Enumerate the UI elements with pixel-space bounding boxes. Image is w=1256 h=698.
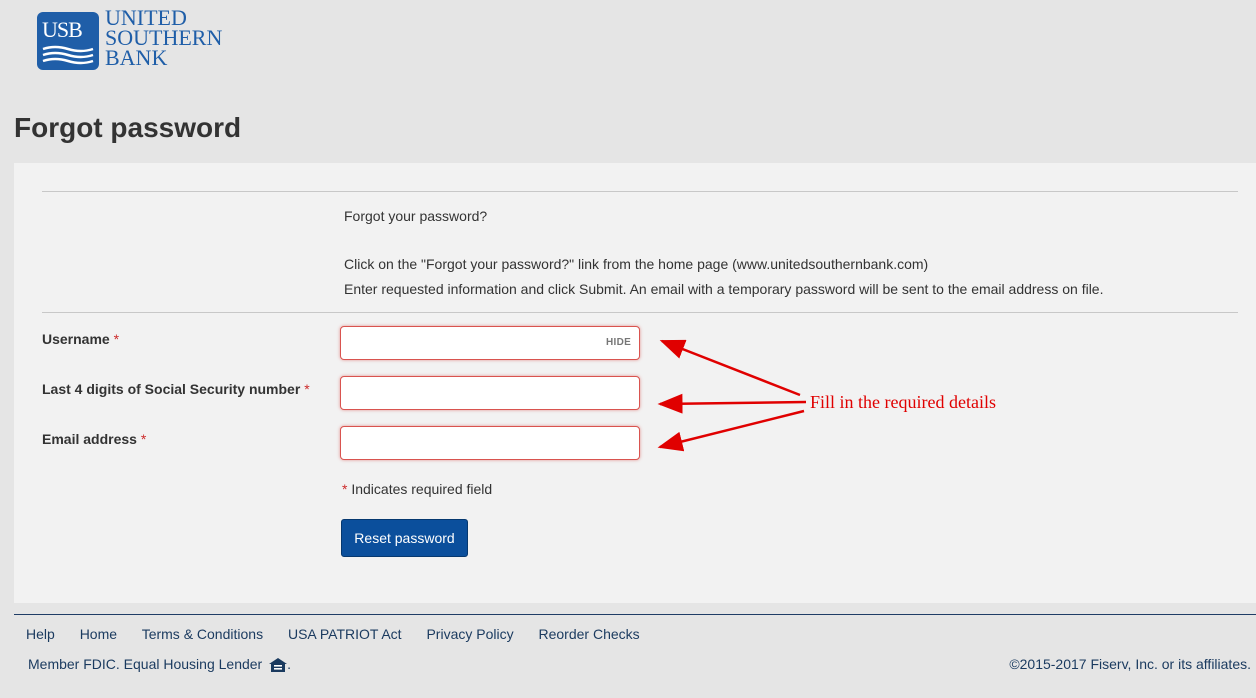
fdic-period: .	[287, 656, 292, 672]
footer-link-home[interactable]: Home	[80, 626, 117, 642]
footer-link-terms[interactable]: Terms & Conditions	[142, 626, 263, 642]
equal-housing-icon	[269, 658, 288, 672]
arrow-to-ssn	[657, 393, 807, 414]
annotation-arrows	[657, 339, 807, 452]
footer-divider	[14, 614, 1256, 615]
footer-link-help[interactable]: Help	[26, 626, 55, 642]
footer-links: Help Home Terms & Conditions USA PATRIOT…	[26, 626, 661, 642]
fdic-text: Member FDIC. Equal Housing Lender	[28, 656, 263, 672]
arrow-to-username	[659, 339, 801, 397]
arrow-to-email	[657, 409, 805, 452]
footer-link-patriot-act[interactable]: USA PATRIOT Act	[288, 626, 402, 642]
fdic-notice: Member FDIC. Equal Housing Lender .	[28, 656, 291, 672]
copyright-notice: ©2015-2017 Fiserv, Inc. or its affiliate…	[1009, 656, 1251, 672]
footer-link-reorder-checks[interactable]: Reorder Checks	[538, 626, 639, 642]
annotation-text: Fill in the required details	[810, 392, 996, 412]
footer-link-privacy[interactable]: Privacy Policy	[426, 626, 513, 642]
